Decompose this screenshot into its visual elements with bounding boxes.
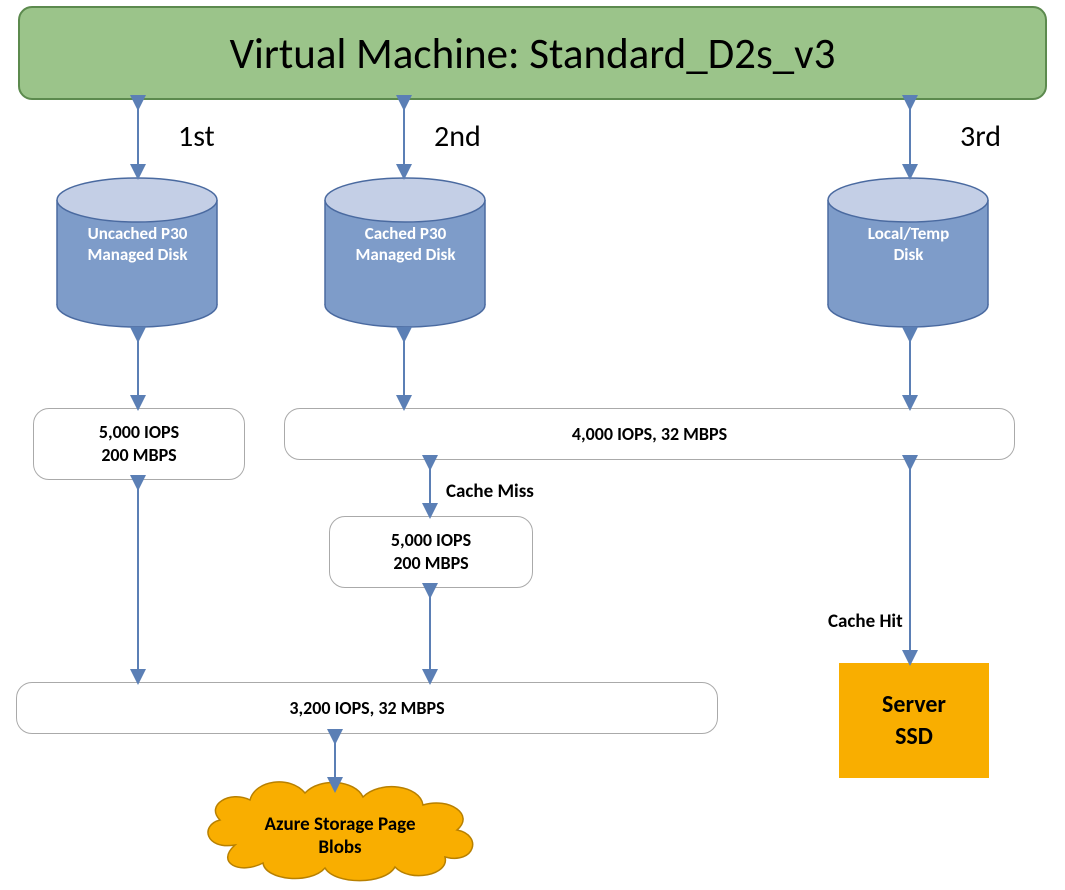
arrows-layer xyxy=(0,0,1065,886)
